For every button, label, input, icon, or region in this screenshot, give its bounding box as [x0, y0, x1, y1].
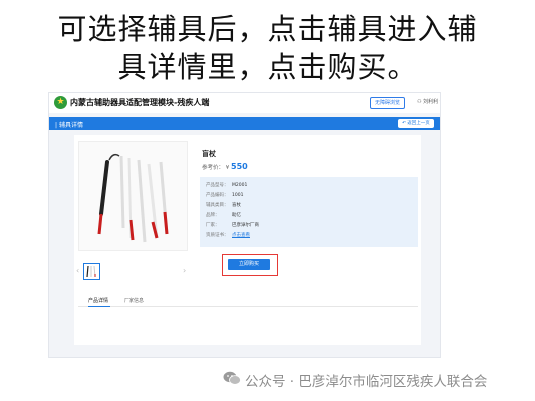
user-name: 刘利利 [423, 99, 439, 105]
info-row: 资质证书： 点击查看 [206, 232, 250, 240]
product-image [78, 141, 188, 251]
product-price: 参考价： ¥ 550 [202, 162, 248, 171]
active-tab-indicator [88, 306, 110, 307]
top-bar: ★ 内蒙古辅助器具适配管理模块-残疾人端 无障碍浏览 ⚇ 刘利利 ▾ [49, 93, 441, 113]
back-icon: ↶ [402, 121, 406, 126]
info-value: 盲杖 [232, 203, 241, 208]
info-value: 助亿 [232, 213, 241, 218]
product-card: ‹ › 盲杖 参考价： ¥ 550 产品型号：M2001 产品编码：1001 [74, 135, 421, 345]
info-key: 厂家： [206, 223, 220, 228]
accessibility-button[interactable]: 无障碍浏览 [370, 97, 406, 109]
info-key: 资质证书： [206, 233, 229, 238]
chevron-down-icon: ▾ [440, 99, 441, 105]
info-key: 产品编码： [206, 193, 229, 198]
back-label: 返回上一页 [407, 121, 430, 126]
info-key: 产品型号： [206, 183, 229, 188]
user-menu[interactable]: ⚇ 刘利利 ▾ [417, 98, 441, 105]
info-value: 巴彦淖尔厂商 [232, 223, 259, 228]
info-value: 1001 [232, 193, 244, 198]
slide-title-line1: 可选择辅具后，点击辅具进入辅 [57, 12, 478, 46]
system-title: 内蒙古辅助器具适配管理模块-残疾人端 [70, 97, 210, 107]
tab-product-details[interactable]: 产品详情 [88, 297, 108, 304]
user-icon: ⚇ [417, 99, 422, 105]
info-key: 品牌： [206, 213, 220, 218]
price-value: 550 [231, 162, 248, 171]
section-header: | 辅具详情 ↶ 返回上一页 [49, 117, 440, 130]
info-row: 品牌： 助亿 [206, 212, 241, 220]
info-row: 产品型号： M2001 [206, 182, 247, 190]
info-row: 辅具类目： 盲杖 [206, 202, 241, 210]
watermark-text: 公众号 · 巴彦淖尔市临河区残疾人联合会 [245, 374, 488, 390]
slide-title: 可选择辅具后，点击辅具进入辅 具详情里，点击购买。 [0, 10, 535, 86]
certificate-link[interactable]: 点击查看 [232, 233, 250, 238]
slide-title-line2: 具详情里，点击购买。 [117, 50, 418, 84]
buy-now-button[interactable]: 立即购买 [228, 259, 270, 270]
currency-symbol: ¥ [225, 165, 230, 171]
price-label: 参考价： [202, 165, 225, 171]
back-button[interactable]: ↶ 返回上一页 [398, 119, 434, 128]
app-screenshot: ★ 内蒙古辅助器具适配管理模块-残疾人端 无障碍浏览 ⚇ 刘利利 ▾ | 辅具详… [48, 92, 441, 358]
detail-tabs: 产品详情 厂家信息 [78, 295, 418, 307]
info-value: M2001 [232, 183, 248, 188]
chevron-left-icon[interactable]: ‹ [76, 266, 79, 275]
info-key: 辅具类目： [206, 203, 229, 208]
info-row: 产品编码： 1001 [206, 192, 243, 200]
product-name: 盲杖 [202, 150, 216, 158]
product-info-box: 产品型号： M2001 产品编码： 1001 辅具类目： 盲杖 品牌： 助亿 厂家： 巴彦… [200, 177, 418, 247]
product-thumbnail[interactable] [83, 263, 100, 280]
chevron-right-icon[interactable]: › [183, 266, 186, 275]
tab-manufacturer-info[interactable]: 厂家信息 [124, 297, 144, 304]
section-title: | 辅具详情 [55, 122, 83, 129]
emblem-icon: ★ [54, 96, 67, 109]
info-row: 厂家： 巴彦淖尔厂商 [206, 222, 259, 230]
wechat-icon [223, 371, 241, 385]
